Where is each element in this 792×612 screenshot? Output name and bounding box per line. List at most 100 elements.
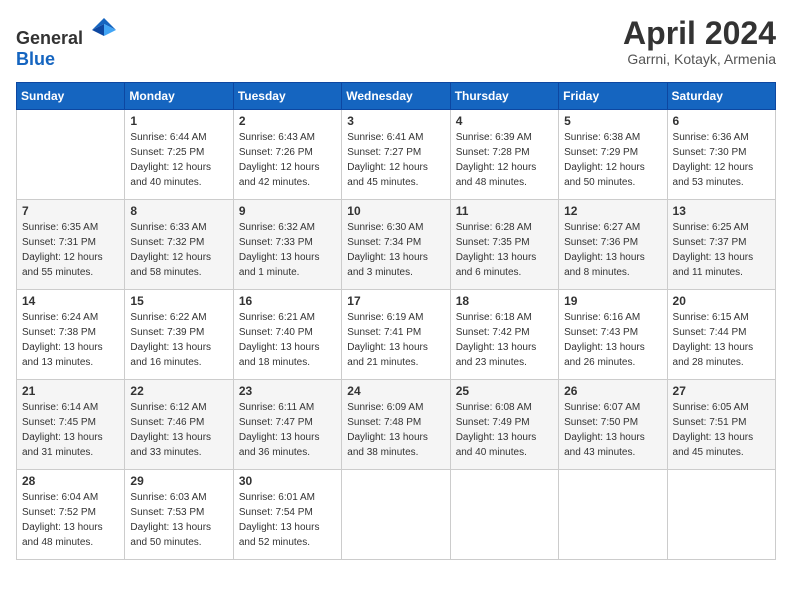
day-info: Sunrise: 6:38 AMSunset: 7:29 PMDaylight:… [564,130,661,190]
col-header-thursday: Thursday [450,83,558,110]
logo-general: General [16,28,83,48]
calendar-cell: 18 Sunrise: 6:18 AMSunset: 7:42 PMDayligh… [450,290,558,380]
logo: General Blue [16,16,118,70]
day-number: 13 [673,204,770,218]
calendar-cell: 25Sunrise: 6:08 AMSunset: 7:49 PMDayligh… [450,380,558,470]
calendar-week-row: 21 Sunrise: 6:14 AMSunset: 7:45 PMDayligh… [17,380,776,470]
calendar-cell: 15Sunrise: 6:22 AMSunset: 7:39 PMDayligh… [125,290,233,380]
day-number: 24 [347,384,444,398]
day-number: 30 [239,474,336,488]
day-number: 6 [673,114,770,128]
day-number: 14 [22,294,119,308]
calendar-cell: 21 Sunrise: 6:14 AMSunset: 7:45 PMDayligh… [17,380,125,470]
calendar-cell: 9 Sunrise: 6:32 AMSunset: 7:33 PMDaylight… [233,200,341,290]
day-number: 26 [564,384,661,398]
day-number: 20 [673,294,770,308]
day-info: Sunrise: 6:24 AMSunset: 7:38 PMDaylight:… [22,310,119,370]
calendar-cell: 23Sunrise: 6:11 AMSunset: 7:47 PMDayligh… [233,380,341,470]
calendar-cell: 7Sunrise: 6:35 AMSunset: 7:31 PMDaylight… [17,200,125,290]
day-number: 16 [239,294,336,308]
day-info: Sunrise: 6:39 AMSunset: 7:28 PMDaylight:… [456,130,553,190]
day-info: Sunrise: 6:32 AMSunset: 7:33 PMDaylight:… [239,220,336,280]
calendar-table: SundayMondayTuesdayWednesdayThursdayFrid… [16,82,776,560]
calendar-cell: 28 Sunrise: 6:04 AMSunset: 7:52 PMDayligh… [17,470,125,560]
calendar-cell: 12Sunrise: 6:27 AMSunset: 7:36 PMDayligh… [559,200,667,290]
col-header-friday: Friday [559,83,667,110]
day-info: Sunrise: 6:44 AMSunset: 7:25 PMDaylight:… [130,130,227,190]
day-number: 11 [456,204,553,218]
day-info: Sunrise: 6:09 AMSunset: 7:48 PMDaylight:… [347,400,444,460]
col-header-saturday: Saturday [667,83,775,110]
calendar-cell: 19 Sunrise: 6:16 AMSunset: 7:43 PMDayligh… [559,290,667,380]
calendar-week-row: 14 Sunrise: 6:24 AMSunset: 7:38 PMDayligh… [17,290,776,380]
calendar-cell: 2 Sunrise: 6:43 AMSunset: 7:26 PMDaylight… [233,110,341,200]
calendar-header-row: SundayMondayTuesdayWednesdayThursdayFrid… [17,83,776,110]
day-number: 28 [22,474,119,488]
col-header-wednesday: Wednesday [342,83,450,110]
location: Garrni, Kotayk, Armenia [623,51,776,67]
day-info: Sunrise: 6:14 AMSunset: 7:45 PMDaylight:… [22,400,119,460]
logo-icon [90,16,118,44]
day-info: Sunrise: 6:25 AMSunset: 7:37 PMDaylight:… [673,220,770,280]
calendar-cell: 13 Sunrise: 6:25 AMSunset: 7:37 PMDayligh… [667,200,775,290]
day-number: 18 [456,294,553,308]
logo-blue: Blue [16,49,55,69]
day-number: 21 [22,384,119,398]
calendar-cell: 20 Sunrise: 6:15 AMSunset: 7:44 PMDayligh… [667,290,775,380]
day-number: 10 [347,204,444,218]
col-header-monday: Monday [125,83,233,110]
month-title: April 2024 [623,16,776,51]
day-number: 5 [564,114,661,128]
calendar-cell: 22 Sunrise: 6:12 AMSunset: 7:46 PMDayligh… [125,380,233,470]
day-number: 15 [130,294,227,308]
day-info: Sunrise: 6:28 AMSunset: 7:35 PMDaylight:… [456,220,553,280]
day-info: Sunrise: 6:43 AMSunset: 7:26 PMDaylight:… [239,130,336,190]
day-info: Sunrise: 6:04 AMSunset: 7:52 PMDaylight:… [22,490,119,550]
calendar-cell: 27 Sunrise: 6:05 AMSunset: 7:51 PMDayligh… [667,380,775,470]
logo-text: General Blue [16,16,118,70]
day-number: 23 [239,384,336,398]
calendar-cell [17,110,125,200]
day-info: Sunrise: 6:27 AMSunset: 7:36 PMDaylight:… [564,220,661,280]
calendar-week-row: 1Sunrise: 6:44 AMSunset: 7:25 PMDaylight… [17,110,776,200]
day-number: 17 [347,294,444,308]
day-number: 2 [239,114,336,128]
page-header: General Blue April 2024 Garrni, Kotayk, … [16,16,776,70]
calendar-cell: 14 Sunrise: 6:24 AMSunset: 7:38 PMDayligh… [17,290,125,380]
calendar-cell [342,470,450,560]
calendar-cell: 26 Sunrise: 6:07 AMSunset: 7:50 PMDayligh… [559,380,667,470]
calendar-cell: 3 Sunrise: 6:41 AMSunset: 7:27 PMDaylight… [342,110,450,200]
calendar-cell: 4 Sunrise: 6:39 AMSunset: 7:28 PMDaylight… [450,110,558,200]
day-number: 7 [22,204,119,218]
day-info: Sunrise: 6:12 AMSunset: 7:46 PMDaylight:… [130,400,227,460]
day-info: Sunrise: 6:07 AMSunset: 7:50 PMDaylight:… [564,400,661,460]
calendar-cell: 17 Sunrise: 6:19 AMSunset: 7:41 PMDayligh… [342,290,450,380]
day-number: 4 [456,114,553,128]
calendar-cell [559,470,667,560]
day-info: Sunrise: 6:16 AMSunset: 7:43 PMDaylight:… [564,310,661,370]
day-info: Sunrise: 6:01 AMSunset: 7:54 PMDaylight:… [239,490,336,550]
day-info: Sunrise: 6:19 AMSunset: 7:41 PMDaylight:… [347,310,444,370]
day-number: 22 [130,384,227,398]
day-info: Sunrise: 6:15 AMSunset: 7:44 PMDaylight:… [673,310,770,370]
day-info: Sunrise: 6:21 AMSunset: 7:40 PMDaylight:… [239,310,336,370]
calendar-cell: 30 Sunrise: 6:01 AMSunset: 7:54 PMDayligh… [233,470,341,560]
calendar-cell: 6Sunrise: 6:36 AMSunset: 7:30 PMDaylight… [667,110,775,200]
calendar-week-row: 7Sunrise: 6:35 AMSunset: 7:31 PMDaylight… [17,200,776,290]
col-header-sunday: Sunday [17,83,125,110]
day-info: Sunrise: 6:30 AMSunset: 7:34 PMDaylight:… [347,220,444,280]
day-number: 3 [347,114,444,128]
calendar-cell: 11 Sunrise: 6:28 AMSunset: 7:35 PMDayligh… [450,200,558,290]
calendar-cell: 29Sunrise: 6:03 AMSunset: 7:53 PMDayligh… [125,470,233,560]
day-number: 9 [239,204,336,218]
day-info: Sunrise: 6:18 AMSunset: 7:42 PMDaylight:… [456,310,553,370]
day-number: 25 [456,384,553,398]
day-info: Sunrise: 6:05 AMSunset: 7:51 PMDaylight:… [673,400,770,460]
calendar-week-row: 28 Sunrise: 6:04 AMSunset: 7:52 PMDayligh… [17,470,776,560]
day-info: Sunrise: 6:41 AMSunset: 7:27 PMDaylight:… [347,130,444,190]
calendar-cell: 8Sunrise: 6:33 AMSunset: 7:32 PMDaylight… [125,200,233,290]
day-number: 29 [130,474,227,488]
calendar-cell: 16 Sunrise: 6:21 AMSunset: 7:40 PMDayligh… [233,290,341,380]
day-number: 27 [673,384,770,398]
day-number: 19 [564,294,661,308]
